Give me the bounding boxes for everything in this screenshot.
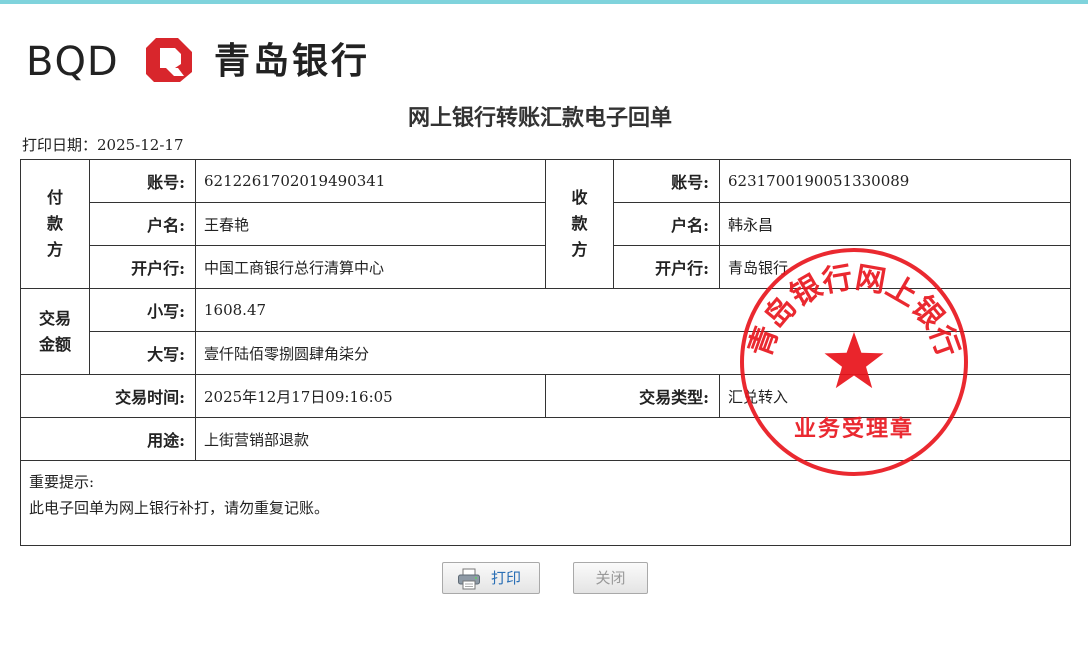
payer-name-label: 户名: [89,202,196,246]
notice-text: 此电子回单为网上银行补打，请勿重复记账。 [29,499,330,517]
table-row: 重要提示: 此电子回单为网上银行补打，请勿重复记账。 [20,460,1071,546]
payee-account-label: 账号: [613,159,720,203]
payee-name-label: 户名: [613,202,720,246]
brand-latin: BQD [26,39,119,85]
payer-account: 6212261702019490341 [195,159,546,203]
payee-name: 韩永昌 [719,202,1071,246]
table-row: 用途: 上街营销部退款 [20,417,1071,461]
table-row: 大写: 壹仟陆佰零捌圆肆角柒分 [21,331,1071,375]
close-button[interactable]: 关闭 [573,562,648,594]
purpose-label: 用途: [20,417,196,461]
transaction-type-label: 交易类型: [545,374,720,418]
top-accent-bar [0,0,1088,4]
payer-bank-label: 开户行: [89,245,196,289]
transaction-type: 汇兑转入 [719,374,1071,418]
payer-label-text: 付款方 [47,188,64,259]
printer-icon [458,568,480,590]
bank-logo-icon [146,38,192,82]
page-title: 网上银行转账汇款电子回单 [407,105,672,131]
payer-section-label: 付款方 [20,159,90,289]
table-row: 交易时间: 2025年12月17日09:16:05 交易类型: 汇兑转入 [20,374,1071,418]
brand-chinese: 青岛银行 [214,41,371,82]
amount-label-line2: 金额 [38,334,71,354]
print-date-label: 打印日期： [22,136,98,154]
receipt-table: 付款方 账号: 6212261702019490341 收款方 账号: 6231… [20,159,1071,546]
amount-lower-label: 小写: [89,288,196,332]
payee-section-label: 收款方 [545,159,614,289]
amount-upper-label: 大写: [89,331,196,375]
print-button-label: 打印 [491,569,522,587]
payer-account-label: 账号: [89,159,196,203]
payee-bank-label: 开户行: [613,245,720,289]
amount-upper: 壹仟陆佰零捌圆肆角柒分 [195,331,1071,375]
payee-bank: 青岛银行 [719,245,1071,289]
notice-heading: 重要提示: [29,473,95,491]
print-date-value: 2025-12-17 [97,136,184,154]
table-row: 交易 金额 小写: 1608.47 [20,288,1071,375]
payer-bank: 中国工商银行总行清算中心 [195,245,546,289]
amount-label-line1: 交易 [38,308,71,328]
print-date: 打印日期：2025-12-17 [22,134,184,155]
print-button[interactable]: 打印 [442,562,540,594]
amount-section-label: 交易 金额 [20,288,90,375]
purpose: 上街营销部退款 [195,417,1071,461]
important-notice: 重要提示: 此电子回单为网上银行补打，请勿重复记账。 [20,460,1071,546]
payee-label-text: 收款方 [571,188,588,259]
transaction-time: 2025年12月17日09:16:05 [195,374,546,418]
payer-name: 王春艳 [195,202,546,246]
payee-account: 6231700190051330089 [719,159,1071,203]
amount-lower: 1608.47 [195,288,1071,332]
transaction-time-label: 交易时间: [20,374,196,418]
table-row: 付款方 账号: 6212261702019490341 收款方 账号: 6231… [20,159,1071,289]
